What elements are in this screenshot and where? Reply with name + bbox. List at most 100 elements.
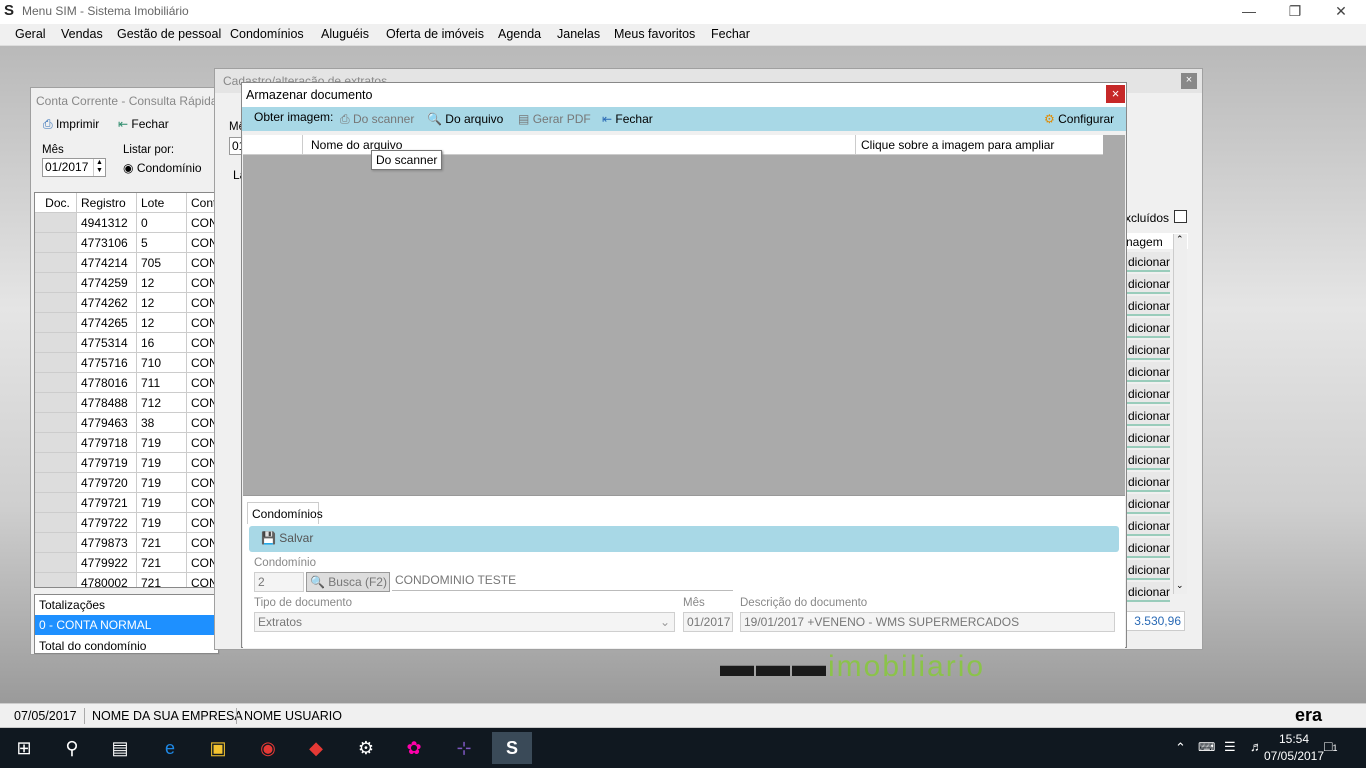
row-registro-cell[interactable]: 4774259 (77, 273, 137, 293)
arquivo-button[interactable]: 🔍 Do arquivo (427, 112, 503, 126)
descricao-field[interactable]: 19/01/2017 +VENENO - WMS SUPERMERCADOS (740, 612, 1115, 632)
adicionar-button[interactable]: dicionar (1126, 538, 1170, 558)
adicionar-button[interactable]: dicionar (1126, 516, 1170, 536)
dialog-close-button[interactable]: × (1106, 85, 1125, 103)
menu-alugueis[interactable]: Aluguéis (321, 27, 369, 41)
row-doc-cell[interactable] (35, 293, 77, 313)
row-registro-cell[interactable]: 4778488 (77, 393, 137, 413)
close-button[interactable]: ⇤ Fechar (118, 117, 169, 131)
row-lote-cell[interactable]: 721 (137, 573, 187, 587)
row-registro-cell[interactable]: 4779720 (77, 473, 137, 493)
app-red-icon[interactable]: ◆ (296, 732, 336, 764)
row-doc-cell[interactable] (35, 353, 77, 373)
menu-condominios[interactable]: Condomínios (230, 27, 304, 41)
cadastro-close-icon[interactable]: × (1181, 73, 1197, 89)
keyboard-icon[interactable]: ⌨ (1198, 740, 1215, 754)
row-registro-cell[interactable]: 4775716 (77, 353, 137, 373)
row-lote-cell[interactable]: 0 (137, 213, 187, 233)
settings-icon[interactable]: ⚙ (346, 732, 386, 764)
row-registro-cell[interactable]: 4941312 (77, 213, 137, 233)
row-doc-cell[interactable] (35, 493, 77, 513)
excluidos-checkbox[interactable] (1174, 210, 1187, 223)
close-icon[interactable]: ✕ (1318, 0, 1364, 24)
row-lote-cell[interactable]: 721 (137, 533, 187, 553)
row-doc-cell[interactable] (35, 413, 77, 433)
clock-time[interactable]: 15:54 (1262, 732, 1326, 746)
adicionar-button[interactable]: dicionar (1126, 384, 1170, 404)
row-doc-cell[interactable] (35, 573, 77, 587)
adicionar-button[interactable]: dicionar (1126, 340, 1170, 360)
row-lote-cell[interactable]: 721 (137, 553, 187, 573)
condominio-num-field[interactable]: 2 (254, 572, 304, 592)
task-view-icon[interactable]: ▤ (100, 732, 140, 764)
row-registro-cell[interactable]: 4778016 (77, 373, 137, 393)
network-icon[interactable]: ☰ (1224, 739, 1236, 755)
print-button[interactable]: ⎙ Imprimir (43, 117, 99, 132)
adicionar-button[interactable]: dicionar (1126, 450, 1170, 470)
row-lote-cell[interactable]: 719 (137, 493, 187, 513)
menu-vendas[interactable]: Vendas (61, 27, 103, 41)
row-doc-cell[interactable] (35, 393, 77, 413)
scanner-button[interactable]: ⎙ Do scanner (340, 112, 414, 127)
col-doc[interactable]: Doc. (35, 193, 77, 213)
chevron-down-icon[interactable]: ⌄ (660, 613, 670, 631)
row-registro-cell[interactable]: 4779463 (77, 413, 137, 433)
row-registro-cell[interactable]: 4779722 (77, 513, 137, 533)
menu-fechar[interactable]: Fechar (711, 27, 750, 41)
row-lote-cell[interactable]: 12 (137, 273, 187, 293)
menu-gestao[interactable]: Gestão de pessoal (117, 27, 221, 41)
row-lote-cell[interactable]: 5 (137, 233, 187, 253)
adicionar-button[interactable]: dicionar (1126, 428, 1170, 448)
menu-oferta[interactable]: Oferta de imóveis (386, 27, 484, 41)
row-registro-cell[interactable]: 4779721 (77, 493, 137, 513)
scroll-down-icon[interactable]: ⌄ (1176, 580, 1184, 591)
menu-geral[interactable]: Geral (15, 27, 46, 41)
notification-icon[interactable]: □1 (1324, 738, 1337, 754)
restore-icon[interactable]: ❐ (1272, 0, 1318, 24)
adicionar-button[interactable]: dicionar (1126, 362, 1170, 382)
tab-condominios[interactable]: Condomínios (247, 502, 323, 524)
scroll-up-icon[interactable]: ⌃ (1176, 234, 1184, 245)
row-lote-cell[interactable]: 719 (137, 513, 187, 533)
paint-icon[interactable]: ✿ (394, 732, 434, 764)
chevron-up-icon[interactable]: ⌃ (1175, 740, 1186, 756)
row-lote-cell[interactable]: 712 (137, 393, 187, 413)
col-clique-imagem[interactable]: Clique sobre a imagem para ampliar (861, 138, 1054, 152)
adicionar-button[interactable]: dicionar (1126, 472, 1170, 492)
chrome-icon[interactable]: ◉ (248, 732, 288, 764)
adicionar-button[interactable]: dicionar (1126, 560, 1170, 580)
fechar-button[interactable]: ⇤ Fechar (602, 112, 653, 126)
adicionar-button[interactable]: dicionar (1126, 318, 1170, 338)
row-doc-cell[interactable] (35, 553, 77, 573)
visual-studio-icon[interactable]: ⊹ (444, 732, 484, 764)
row-doc-cell[interactable] (35, 233, 77, 253)
row-doc-cell[interactable] (35, 453, 77, 473)
row-doc-cell[interactable] (35, 333, 77, 353)
menu-favoritos[interactable]: Meus favoritos (614, 27, 695, 41)
col-registro[interactable]: Registro (77, 193, 137, 213)
conta-normal-row[interactable]: 0 - CONTA NORMAL (35, 615, 218, 635)
col-lote[interactable]: Lote (137, 193, 187, 213)
row-lote-cell[interactable]: 705 (137, 253, 187, 273)
row-doc-cell[interactable] (35, 433, 77, 453)
spinner-icon[interactable]: ▲ ▼ (93, 159, 105, 176)
row-lote-cell[interactable]: 12 (137, 313, 187, 333)
row-doc-cell[interactable] (35, 513, 77, 533)
row-lote-cell[interactable]: 38 (137, 413, 187, 433)
edge-icon[interactable]: e (150, 732, 190, 764)
row-registro-cell[interactable]: 4779922 (77, 553, 137, 573)
sim-app-icon[interactable]: S (492, 732, 532, 764)
cadastro-scrollbar[interactable]: ⌃ ⌄ (1173, 234, 1187, 594)
row-registro-cell[interactable]: 4773106 (77, 233, 137, 253)
row-lote-cell[interactable]: 719 (137, 453, 187, 473)
busca-button[interactable]: 🔍 Busca (F2) (306, 572, 390, 592)
row-lote-cell[interactable]: 710 (137, 353, 187, 373)
clock-date[interactable]: 07/05/2017 (1262, 749, 1326, 763)
row-registro-cell[interactable]: 4774214 (77, 253, 137, 273)
minimize-icon[interactable]: — (1226, 0, 1272, 24)
menu-agenda[interactable]: Agenda (498, 27, 541, 41)
menu-janelas[interactable]: Janelas (557, 27, 600, 41)
row-registro-cell[interactable]: 4779719 (77, 453, 137, 473)
search-icon[interactable]: ⚲ (52, 732, 92, 764)
row-lote-cell[interactable]: 12 (137, 293, 187, 313)
